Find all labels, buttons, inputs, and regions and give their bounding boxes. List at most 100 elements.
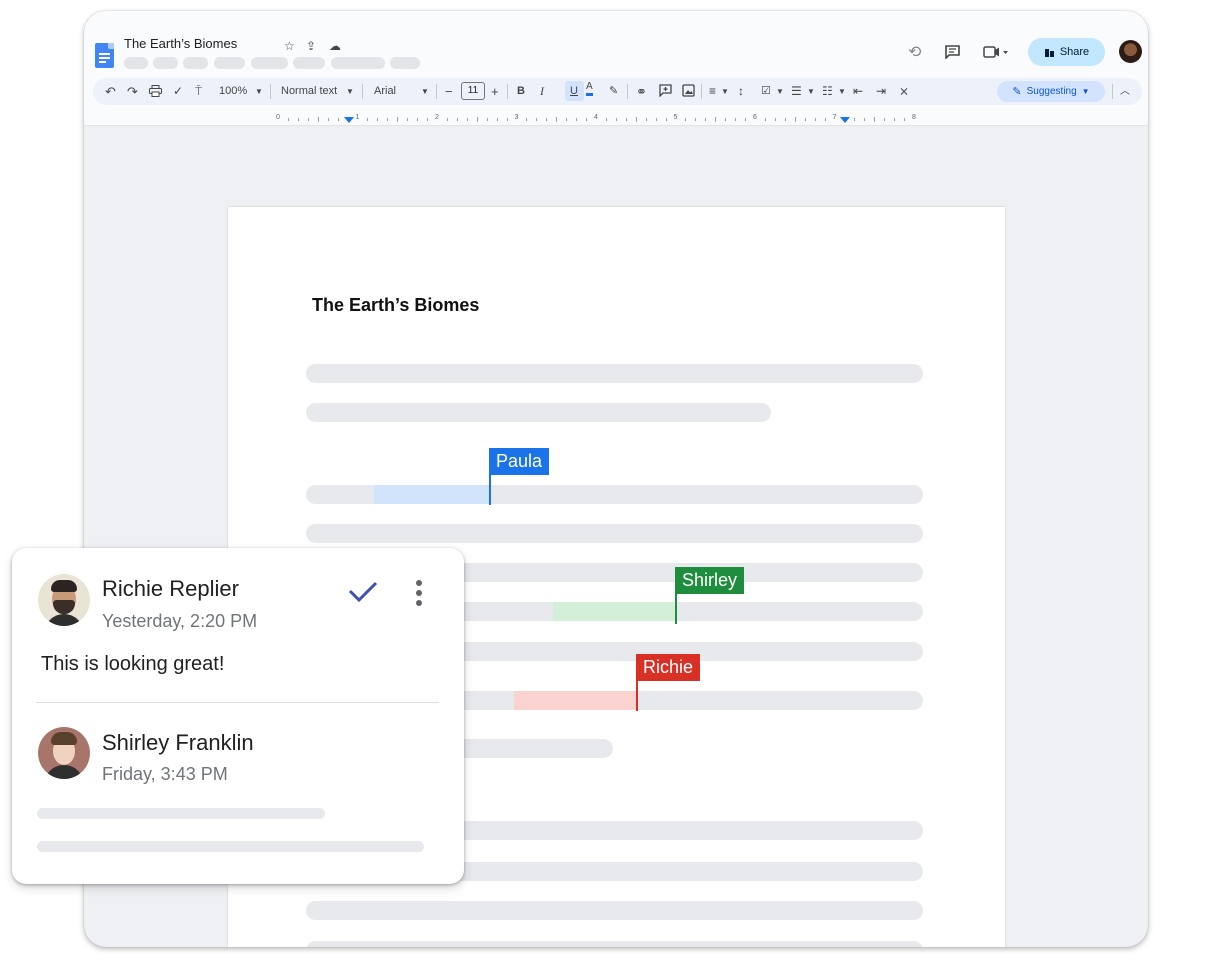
- chevron-down-icon[interactable]: ▼: [421, 83, 429, 100]
- star-icon[interactable]: ☆: [284, 39, 295, 53]
- avatar: [38, 727, 90, 779]
- font-select[interactable]: Arial: [374, 83, 396, 100]
- document-heading[interactable]: The Earth’s Biomes: [312, 295, 479, 316]
- ruler-tick: [725, 118, 727, 121]
- ruler-tick: [486, 118, 488, 121]
- paula-suggestion-highlight[interactable]: [374, 485, 490, 504]
- menu-placeholder[interactable]: [214, 57, 245, 69]
- ruler-number: 2: [435, 114, 439, 121]
- menu-placeholder[interactable]: [293, 57, 325, 69]
- add-comment-icon[interactable]: [659, 84, 672, 97]
- align-icon[interactable]: ≡: [709, 83, 716, 100]
- menu-placeholder[interactable]: [124, 57, 148, 69]
- ruler-tick: [745, 118, 747, 121]
- chevron-down-icon[interactable]: ▼: [721, 83, 729, 100]
- line-spacing-icon[interactable]: ↕: [738, 83, 744, 100]
- chevron-down-icon: ▼: [1081, 87, 1090, 96]
- docs-icon[interactable]: [95, 43, 114, 68]
- indent-increase-icon[interactable]: ⇥: [876, 83, 886, 100]
- text-line-placeholder: [37, 841, 424, 852]
- share-label: Share: [1059, 46, 1090, 58]
- style-select[interactable]: Normal text: [281, 83, 337, 100]
- ruler-tick: [695, 118, 697, 121]
- ruler-tick: [824, 118, 826, 121]
- menu-placeholder[interactable]: [183, 57, 208, 69]
- indent-marker[interactable]: [840, 117, 850, 123]
- underline-button[interactable]: U: [570, 83, 578, 100]
- reply-author: Shirley Franklin: [102, 730, 254, 755]
- menu-placeholder[interactable]: [390, 57, 420, 69]
- text-line-placeholder: [306, 941, 923, 947]
- text-line-placeholder: [306, 403, 771, 422]
- italic-button[interactable]: I: [540, 83, 544, 100]
- ruler-number: 8: [912, 114, 916, 121]
- ruler-number: 4: [594, 114, 598, 121]
- ruler-number: 3: [514, 114, 519, 121]
- paint-format-icon[interactable]: ⍑: [195, 83, 202, 100]
- shirley-suggestion-highlight[interactable]: [553, 602, 677, 621]
- indent-marker[interactable]: [344, 117, 354, 123]
- font-size-input[interactable]: 11: [461, 82, 485, 100]
- ruler-tick: [645, 118, 647, 121]
- chevron-down-icon[interactable]: ▼: [838, 83, 846, 100]
- menu-placeholder[interactable]: [331, 57, 385, 69]
- mode-label: Suggesting: [1026, 86, 1077, 97]
- ruler-tick: [814, 118, 816, 121]
- share-button[interactable]: Share: [1028, 38, 1105, 66]
- chevron-down-icon[interactable]: ▼: [255, 83, 263, 100]
- ruler-tick: [874, 117, 876, 122]
- resolve-check-icon[interactable]: [346, 574, 380, 608]
- zoom-select[interactable]: 100%: [219, 83, 247, 100]
- ruler-tick: [407, 118, 409, 121]
- ruler-tick: [297, 118, 299, 121]
- chevron-down-icon[interactable]: ▼: [807, 83, 815, 100]
- history-icon[interactable]: ⟲: [908, 42, 921, 62]
- ruler-tick: [864, 118, 866, 121]
- menu-placeholder[interactable]: [251, 57, 288, 69]
- divider: [36, 702, 439, 703]
- meet-icon[interactable]: [983, 46, 1009, 58]
- ruler-tick: [705, 118, 707, 121]
- avatar: [38, 574, 90, 626]
- ruler-tick: [506, 118, 508, 121]
- indent-decrease-icon[interactable]: ⇤: [853, 83, 863, 100]
- comment-thread[interactable]: Richie Replier Yesterday, 2:20 PM This i…: [12, 548, 464, 884]
- menu-placeholder[interactable]: [153, 57, 178, 69]
- account-avatar[interactable]: [1119, 40, 1142, 63]
- more-vert-icon[interactable]: [410, 578, 430, 608]
- bulleted-list-icon[interactable]: ☰: [791, 83, 802, 100]
- decrease-font-size-icon[interactable]: −: [445, 83, 453, 100]
- cloud-saved-icon[interactable]: ☁: [329, 39, 341, 53]
- document-title[interactable]: The Earth’s Biomes: [124, 36, 237, 51]
- collapse-icon[interactable]: ︿: [1120, 83, 1130, 100]
- ruler-tick: [496, 118, 498, 121]
- highlight-icon[interactable]: ✎: [609, 83, 618, 100]
- bold-button[interactable]: B: [517, 83, 525, 100]
- checklist-icon[interactable]: ☑: [761, 83, 771, 100]
- ruler-tick: [735, 118, 737, 121]
- mode-select[interactable]: ✎ Suggesting ▼: [997, 81, 1105, 102]
- ruler-tick: [854, 118, 856, 121]
- redo-icon[interactable]: ↷: [127, 83, 138, 100]
- numbered-list-icon[interactable]: ☷: [822, 83, 833, 100]
- undo-icon[interactable]: ↶: [105, 83, 116, 100]
- comment-icon[interactable]: [945, 45, 960, 59]
- shirley-cursor-flag: Shirley: [675, 567, 745, 594]
- ruler[interactable]: 0 1 2 3 4 5 6 7 8: [84, 112, 1148, 126]
- ruler-tick: [337, 118, 339, 121]
- ruler-tick: [904, 118, 906, 121]
- chevron-down-icon[interactable]: ▼: [346, 83, 354, 100]
- link-icon[interactable]: ⚭: [636, 83, 647, 100]
- image-icon[interactable]: [682, 84, 695, 97]
- chevron-down-icon[interactable]: ▼: [776, 83, 784, 100]
- text-color-button[interactable]: A: [586, 81, 593, 96]
- increase-font-size-icon[interactable]: +: [491, 83, 499, 100]
- richie-cursor-flag: Richie: [636, 654, 701, 681]
- clear-format-icon[interactable]: ⨯: [899, 83, 909, 100]
- richie-suggestion-highlight[interactable]: [514, 691, 638, 710]
- print-icon[interactable]: [149, 85, 162, 97]
- ruler-tick: [774, 118, 776, 121]
- ruler-tick: [635, 117, 637, 122]
- spellcheck-icon[interactable]: ✓: [173, 83, 183, 100]
- move-to-drive-icon[interactable]: ⇪: [306, 39, 316, 53]
